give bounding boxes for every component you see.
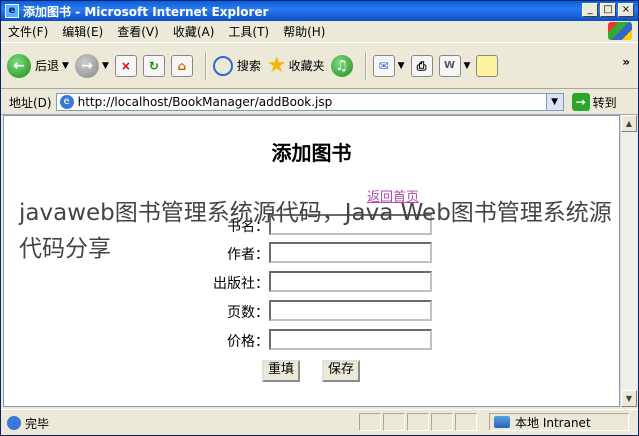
search-icon bbox=[212, 55, 233, 76]
go-button[interactable]: → 转到 bbox=[571, 93, 617, 111]
refresh-icon: ↻ bbox=[142, 54, 165, 77]
publisher-field-label: 出版社： bbox=[213, 276, 269, 292]
favorites-label: 收藏夹 bbox=[288, 59, 325, 73]
status-panels bbox=[359, 413, 479, 431]
status-panel bbox=[455, 413, 477, 431]
word-icon: W bbox=[438, 54, 461, 77]
go-label: 转到 bbox=[592, 95, 617, 110]
price-field-label: 价格： bbox=[227, 334, 269, 350]
home-icon: ⌂ bbox=[170, 54, 193, 77]
menu-file[interactable]: 文件(F) bbox=[1, 23, 55, 40]
windows-logo-icon bbox=[608, 22, 632, 40]
back-arrow-icon: ← bbox=[7, 53, 31, 78]
chevron-down-icon[interactable]: ▼ bbox=[398, 61, 405, 71]
status-panel bbox=[383, 413, 405, 431]
stop-button[interactable]: × bbox=[114, 54, 137, 77]
status-panel bbox=[431, 413, 453, 431]
media-button[interactable]: ♫ bbox=[330, 54, 353, 77]
browser-window: e 添加图书 - Microsoft Internet Explorer _ □… bbox=[0, 0, 639, 436]
discuss-button[interactable] bbox=[476, 54, 499, 77]
refresh-button[interactable]: ↻ bbox=[142, 54, 165, 77]
search-button[interactable]: 搜索 bbox=[212, 55, 261, 76]
status-panel bbox=[359, 413, 381, 431]
note-icon bbox=[476, 54, 499, 77]
scroll-up-icon[interactable]: ▲ bbox=[621, 115, 637, 132]
menu-edit[interactable]: 编辑(E) bbox=[55, 23, 110, 40]
ie-page-icon: e bbox=[59, 95, 74, 109]
toolbar-overflow-button[interactable]: » bbox=[622, 55, 630, 69]
reset-button[interactable]: 重填 bbox=[262, 360, 301, 382]
search-label: 搜索 bbox=[236, 59, 261, 73]
chevron-down-icon[interactable]: ▼ bbox=[545, 94, 563, 110]
printer-icon: ⎙ bbox=[410, 54, 433, 77]
save-button[interactable]: 保存 bbox=[322, 360, 361, 382]
menu-tools[interactable]: 工具(T) bbox=[221, 23, 276, 40]
intranet-icon bbox=[494, 416, 510, 428]
ie-page-icon: e bbox=[5, 4, 19, 18]
forward-arrow-icon: → bbox=[74, 53, 99, 78]
address-label: 地址(D) bbox=[9, 95, 52, 110]
chevron-down-icon[interactable]: ▼ bbox=[62, 61, 69, 71]
forward-button[interactable]: → ▼ bbox=[74, 53, 109, 78]
status-panel bbox=[407, 413, 429, 431]
star-icon: ★ bbox=[266, 52, 287, 78]
back-button[interactable]: ← 后退 ▼ bbox=[7, 53, 69, 78]
close-button[interactable]: × bbox=[618, 3, 634, 17]
page-title: 添加图书 bbox=[271, 141, 352, 165]
chevron-down-icon[interactable]: ▼ bbox=[464, 61, 471, 71]
status-text: 完毕 bbox=[25, 416, 50, 431]
window-title: 添加图书 - Microsoft Internet Explorer bbox=[23, 4, 269, 19]
price-input[interactable] bbox=[269, 329, 432, 350]
title-bar: e 添加图书 - Microsoft Internet Explorer _ □… bbox=[1, 1, 638, 21]
mail-button[interactable]: ✉ ▼ bbox=[372, 54, 405, 77]
address-url: http://localhost/BookManager/addBook.jsp bbox=[77, 95, 333, 109]
publisher-input[interactable] bbox=[269, 271, 432, 292]
home-button[interactable]: ⌂ bbox=[170, 54, 193, 77]
menu-view[interactable]: 查看(V) bbox=[110, 23, 166, 40]
back-label: 后退 bbox=[35, 59, 60, 73]
print-button[interactable]: ⎙ bbox=[410, 54, 433, 77]
zone-label: 本地 Intranet bbox=[515, 415, 591, 430]
stop-icon: × bbox=[114, 54, 137, 77]
security-zone: 本地 Intranet bbox=[489, 413, 629, 431]
toolbar-separator bbox=[364, 51, 367, 80]
pages-field-label: 页数： bbox=[227, 305, 269, 321]
menu-favorites[interactable]: 收藏(A) bbox=[166, 23, 222, 40]
menu-bar: 文件(F) 编辑(E) 查看(V) 收藏(A) 工具(T) 帮助(H) bbox=[1, 21, 638, 43]
maximize-button[interactable]: □ bbox=[600, 3, 616, 17]
status-bar: 完毕 本地 Intranet bbox=[1, 409, 638, 436]
address-bar: 地址(D) e http://localhost/BookManager/add… bbox=[1, 90, 638, 115]
go-arrow-icon: → bbox=[571, 93, 590, 111]
chevron-down-icon[interactable]: ▼ bbox=[102, 61, 109, 71]
toolbar-separator bbox=[204, 51, 207, 80]
pages-input[interactable] bbox=[269, 300, 432, 321]
media-icon: ♫ bbox=[330, 54, 353, 77]
edit-button[interactable]: W ▼ bbox=[438, 54, 471, 77]
menu-help[interactable]: 帮助(H) bbox=[276, 23, 332, 40]
favorites-button[interactable]: ★ 收藏夹 bbox=[266, 52, 325, 78]
scroll-down-icon[interactable]: ▼ bbox=[621, 390, 637, 407]
standard-toolbar: ← 后退 ▼ → ▼ × ↻ ⌂ 搜索 ★ 收藏夹 ♫ ✉ ▼ ⎙ W ▼ » bbox=[1, 43, 638, 89]
mail-icon: ✉ bbox=[372, 54, 395, 77]
page-done-icon bbox=[7, 416, 21, 430]
watermark-caption: javaweb图书管理系统源代码，Java Web图书管理系统源代码分享 bbox=[19, 200, 612, 262]
address-input[interactable]: e http://localhost/BookManager/addBook.j… bbox=[55, 93, 564, 111]
minimize-button[interactable]: _ bbox=[582, 3, 598, 17]
